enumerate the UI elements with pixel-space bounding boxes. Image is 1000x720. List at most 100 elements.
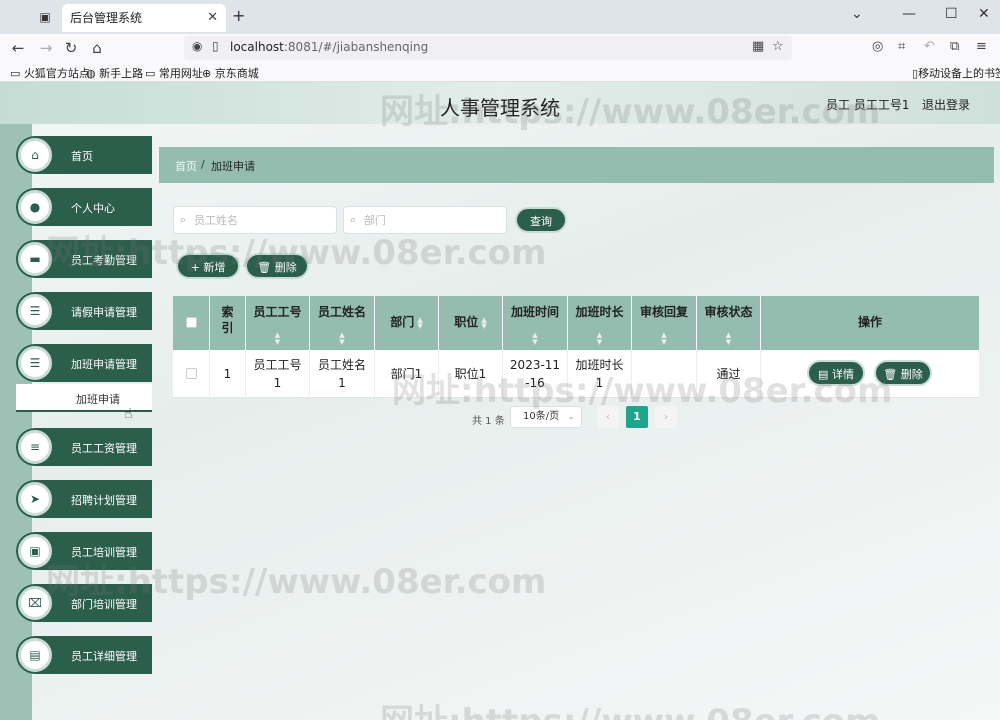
- td-status: 通过: [697, 350, 761, 398]
- td-time-value: 2023-11-16: [509, 358, 561, 390]
- new-tab-icon[interactable]: +: [232, 6, 245, 25]
- add-button-label: 新增: [203, 261, 226, 274]
- browser-tab[interactable]: 后台管理系统 ✕: [62, 4, 226, 32]
- sidebar-item-recruitment[interactable]: ➤ 招聘计划管理: [16, 480, 152, 518]
- td-emp-no: 员工工号1: [246, 350, 310, 398]
- sort-icon[interactable]: ▲ ▼: [568, 332, 631, 346]
- sort-icon: ▲ ▼: [481, 315, 487, 330]
- td-time: 2023-11-16: [503, 350, 568, 398]
- sidebar-item-emp-training[interactable]: ▣ 员工培训管理: [16, 532, 152, 570]
- td-duration: 加班时长1: [568, 350, 632, 398]
- page-number-current[interactable]: 1: [626, 406, 648, 428]
- search-dept-input[interactable]: [364, 211, 494, 229]
- bookmark-item[interactable]: ◍ 新手上路: [86, 65, 143, 81]
- search-name-box[interactable]: ⌕: [173, 206, 337, 234]
- reload-icon[interactable]: ↻: [61, 38, 81, 58]
- app-root: 人事管理系统 员工 员工工号1 退出登录 ⌂ 首页 ● 个人中心 ▬ 员工考勤管…: [0, 82, 1000, 720]
- page-size-select[interactable]: 10条/页 ⌄: [510, 406, 582, 428]
- page-icon: ▯: [212, 39, 219, 53]
- account-icon[interactable]: ◎: [872, 39, 883, 54]
- home-page-icon[interactable]: ⌂: [87, 38, 107, 58]
- th-actions-label: 操作: [857, 315, 882, 329]
- row-delete-button[interactable]: 🗑 删除: [874, 360, 932, 386]
- select-all-checkbox[interactable]: [185, 317, 197, 328]
- sort-icon[interactable]: ▲ ▼: [503, 332, 567, 346]
- logout-link[interactable]: 退出登录: [922, 96, 970, 113]
- maximize-icon[interactable]: ☐: [945, 6, 958, 22]
- mobile-bookmarks[interactable]: ▯移动设备上的书签: [912, 65, 1000, 81]
- star-icon[interactable]: ☆: [772, 39, 784, 54]
- th-position-label: 职位 ▲ ▼: [454, 315, 487, 330]
- qr-code-icon[interactable]: ▦: [752, 39, 764, 54]
- search-icon: ⌕: [350, 213, 357, 226]
- search-name-input[interactable]: [194, 211, 324, 229]
- sidebar-item-home[interactable]: ⌂ 首页: [16, 136, 152, 174]
- th-status[interactable]: 审核状态 ▲ ▼: [697, 296, 761, 350]
- extensions-icon[interactable]: ⧉: [950, 39, 959, 54]
- url-text[interactable]: localhost:8081/#/jiabanshenqing: [230, 40, 428, 54]
- th-position[interactable]: 职位 ▲ ▼: [439, 296, 503, 350]
- sort-icon[interactable]: ▲ ▼: [697, 332, 760, 346]
- url-path: :8081/#/jiabanshenqing: [283, 40, 429, 54]
- back-icon[interactable]: ←: [8, 38, 28, 58]
- prev-page-button[interactable]: ‹: [597, 406, 619, 428]
- chevron-down-icon[interactable]: ⌄: [851, 6, 863, 22]
- td-index-value: 1: [223, 367, 232, 381]
- th-reply[interactable]: 审核回复 ▲ ▼: [632, 296, 697, 350]
- document-icon: ▤: [818, 368, 829, 381]
- clipboard-icon: ▤: [18, 638, 52, 672]
- breadcrumb-separator: /: [201, 158, 205, 171]
- th-index: 索引: [210, 296, 246, 350]
- sidebar-item-emp-detail[interactable]: ▤ 员工详细管理: [16, 636, 152, 674]
- menu-icon: ☰: [18, 346, 52, 380]
- forward-icon[interactable]: →: [36, 38, 56, 58]
- submenu-label: 加班申请: [76, 393, 120, 406]
- sidebar-item-profile[interactable]: ● 个人中心: [16, 188, 152, 226]
- sidebar-item-dept-training[interactable]: ⌧ 部门培训管理: [16, 584, 152, 622]
- search-dept-box[interactable]: ⌕: [343, 206, 507, 234]
- detail-button[interactable]: ▤ 详情: [807, 360, 865, 386]
- sort-icon[interactable]: ▲ ▼: [310, 332, 374, 346]
- th-emp-name[interactable]: 员工姓名 ▲ ▼: [310, 296, 375, 350]
- row-checkbox[interactable]: [185, 368, 197, 379]
- delete-button-label: 删除: [274, 261, 297, 274]
- td-status-value: 通过: [716, 367, 741, 381]
- sidebar-item-label: 员工详细管理: [71, 650, 137, 663]
- breadcrumb-home[interactable]: 首页: [175, 158, 197, 174]
- td-dept-value: 部门1: [390, 367, 423, 381]
- close-window-icon[interactable]: ✕: [978, 6, 990, 22]
- minimize-icon[interactable]: —: [902, 6, 916, 22]
- search-icon: ⌕: [180, 213, 187, 226]
- clipboard-x-icon: ⌧: [18, 586, 52, 620]
- sidebar-item-overtime[interactable]: ☰ 加班申请管理: [16, 344, 152, 382]
- th-time-label: 加班时间: [510, 305, 559, 319]
- browser-tabbar: ▣ 后台管理系统 ✕ + ⌄ — ☐ ✕: [0, 0, 1000, 34]
- bookmark-item[interactable]: ▭ 火狐官方站点: [10, 65, 90, 81]
- sidebar-item-leave[interactable]: ☰ 请假申请管理: [16, 292, 152, 330]
- batch-delete-button[interactable]: 🗑 删除: [245, 253, 309, 279]
- sort-icon[interactable]: ▲ ▼: [246, 332, 309, 346]
- site-info-icon[interactable]: ◉: [192, 39, 202, 53]
- sidebar-item-attendance[interactable]: ▬ 员工考勤管理: [16, 240, 152, 278]
- th-emp-no[interactable]: 员工工号 ▲ ▼: [246, 296, 310, 350]
- undo-icon[interactable]: ↶: [924, 39, 935, 54]
- add-button[interactable]: + 新增: [176, 253, 240, 279]
- next-page-button[interactable]: ›: [655, 406, 677, 428]
- tab-title: 后台管理系统: [70, 11, 143, 25]
- sort-icon[interactable]: ▲ ▼: [632, 332, 696, 346]
- tab-list-icon[interactable]: ▣: [36, 8, 54, 26]
- crop-icon[interactable]: ⌗: [898, 39, 905, 54]
- hamburger-menu-icon[interactable]: ≡: [976, 39, 987, 54]
- th-time[interactable]: 加班时间 ▲ ▼: [503, 296, 568, 350]
- th-duration[interactable]: 加班时长 ▲ ▼: [568, 296, 632, 350]
- url-bar[interactable]: ◉ ▯ localhost:8081/#/jiabanshenqing ▦ ☆: [184, 36, 792, 60]
- user-icon: ●: [18, 190, 52, 224]
- bookmark-item[interactable]: ▭ 常用网址: [145, 65, 203, 81]
- bookmark-item[interactable]: ⊕ 京东商城: [202, 65, 259, 81]
- th-dept[interactable]: 部门 ▲ ▼: [375, 296, 439, 350]
- sidebar-item-salary[interactable]: ≡ 员工工资管理: [16, 428, 152, 466]
- search-button[interactable]: 查询: [515, 207, 567, 233]
- sliders-icon: ≡: [18, 430, 52, 464]
- sidebar-item-label: 请假申请管理: [71, 306, 137, 319]
- close-tab-icon[interactable]: ✕: [207, 4, 218, 32]
